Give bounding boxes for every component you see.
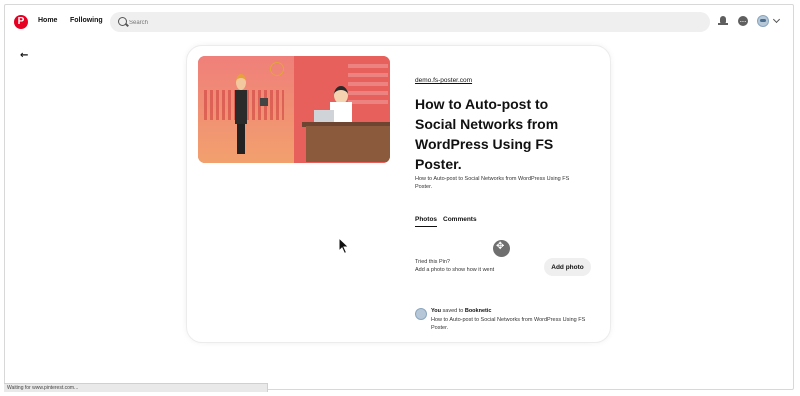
pin-source-link[interactable]: demo.fs-poster.com bbox=[415, 77, 472, 84]
saved-description: How to Auto-post to Social Networks from… bbox=[431, 317, 586, 331]
pin-image[interactable] bbox=[198, 56, 390, 163]
search-input[interactable] bbox=[127, 12, 701, 34]
saved-info: You saved to Booknetic bbox=[431, 308, 491, 314]
pin-title: How to Auto-post to Social Networks from… bbox=[415, 96, 559, 172]
back-arrow-icon[interactable]: ← bbox=[20, 50, 28, 61]
chat-icon[interactable]: ... bbox=[738, 16, 748, 26]
avatar[interactable] bbox=[415, 308, 427, 320]
mouse-cursor-icon bbox=[338, 237, 350, 255]
pin-description: How to Auto-post to Social Networks from… bbox=[415, 176, 570, 190]
search-bar[interactable] bbox=[110, 12, 710, 34]
chevron-down-icon[interactable] bbox=[772, 15, 781, 24]
tried-pin-subtitle: Add a photo to show how it went bbox=[415, 267, 495, 273]
pinterest-logo-icon[interactable]: P bbox=[14, 15, 28, 29]
tried-pin-title: Tried this Pin? bbox=[415, 259, 450, 265]
saved-user[interactable]: You bbox=[431, 308, 441, 314]
tab-comments[interactable]: Comments bbox=[443, 216, 477, 223]
saved-action: saved to bbox=[442, 308, 464, 314]
status-bar: Waiting for www.pinterest.com... bbox=[4, 383, 268, 392]
nav-following[interactable]: Following bbox=[70, 17, 103, 24]
nav-home[interactable]: Home bbox=[38, 17, 57, 24]
illustration-person-standing bbox=[234, 74, 248, 156]
move-icon[interactable] bbox=[493, 240, 510, 257]
bell-icon[interactable] bbox=[718, 16, 728, 26]
saved-board-link[interactable]: Booknetic bbox=[465, 308, 492, 314]
search-icon bbox=[118, 17, 127, 26]
add-photo-button[interactable]: Add photo bbox=[544, 258, 591, 276]
pin-card: demo.fs-poster.com How to Auto-post to S… bbox=[186, 45, 611, 343]
avatar-icon[interactable] bbox=[757, 15, 769, 27]
tab-photos[interactable]: Photos bbox=[415, 216, 438, 227]
laptop-icon bbox=[314, 110, 334, 122]
lightbulb-icon bbox=[270, 62, 284, 76]
top-header: P Home Following ... bbox=[0, 10, 800, 34]
